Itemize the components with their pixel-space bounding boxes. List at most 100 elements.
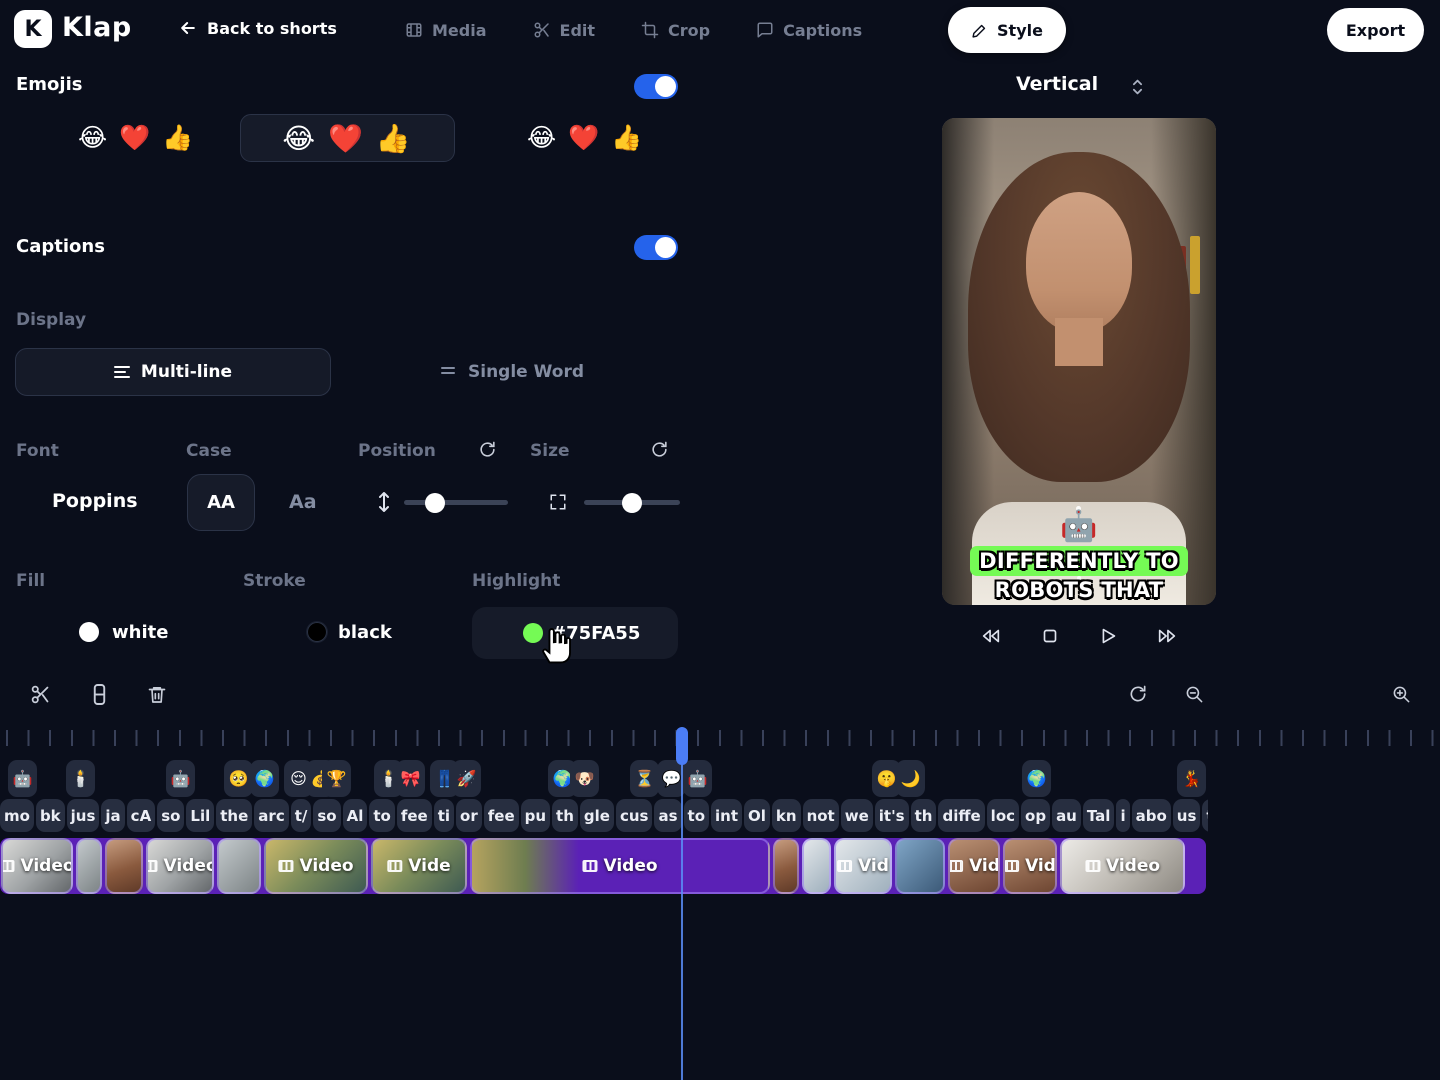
zoom-in-icon[interactable]	[1392, 685, 1411, 704]
case-uppercase-button[interactable]: AA	[187, 474, 255, 531]
export-button[interactable]: Export	[1327, 8, 1424, 52]
emoji-marker[interactable]: 🤖	[166, 760, 195, 797]
emoji-marker[interactable]: 🕯️	[66, 760, 95, 797]
video-clip[interactable]: Vid	[834, 838, 892, 894]
playhead-handle[interactable]	[676, 727, 688, 765]
video-clip[interactable]: Video	[146, 838, 214, 894]
video-clip[interactable]	[773, 838, 799, 894]
video-clip[interactable]	[802, 838, 831, 894]
word-chip[interactable]: abo	[1132, 799, 1171, 832]
word-chip[interactable]: to	[684, 799, 709, 832]
word-chip[interactable]: so	[157, 799, 184, 832]
emojis-toggle[interactable]	[634, 74, 678, 99]
word-chip[interactable]: so	[313, 799, 340, 832]
word-chip[interactable]: int	[711, 799, 742, 832]
tab-edit[interactable]: Edit	[533, 21, 596, 40]
refresh-icon[interactable]	[1128, 684, 1148, 704]
fill-value[interactable]: white	[112, 622, 168, 643]
emoji-marker[interactable]: 🤖	[8, 760, 37, 797]
emoji-marker[interactable]: 🐶	[570, 760, 599, 797]
size-reset-icon[interactable]	[650, 440, 669, 459]
word-chip[interactable]: t/	[291, 799, 312, 832]
word-chip[interactable]: to	[369, 799, 394, 832]
emoji-marker[interactable]: 🌙	[896, 760, 925, 797]
stroke-swatch[interactable]	[307, 622, 327, 642]
tab-captions[interactable]: Captions	[756, 21, 862, 40]
word-chip[interactable]: Ol	[744, 799, 770, 832]
word-chip[interactable]: Lil	[186, 799, 214, 832]
timeline-ruler[interactable]	[6, 730, 1436, 746]
word-chip[interactable]: the	[216, 799, 252, 832]
word-chip[interactable]: diffe	[938, 799, 984, 832]
word-chip[interactable]: we	[841, 799, 873, 832]
word-chip[interactable]: Tal	[1083, 799, 1115, 832]
word-chip[interactable]: au	[1052, 799, 1081, 832]
emoji-set-option-2-selected[interactable]: 😂 ❤️ 👍	[240, 114, 455, 162]
klap-logo-icon[interactable]: K	[14, 10, 52, 48]
word-chip[interactable]: cA	[127, 799, 156, 832]
tab-crop[interactable]: Crop	[641, 21, 710, 40]
case-mixed-button[interactable]: Aa	[289, 491, 317, 513]
position-slider-thumb[interactable]	[425, 493, 445, 513]
emoji-marker[interactable]: 🚀	[452, 760, 481, 797]
captions-toggle[interactable]	[634, 235, 678, 260]
video-preview[interactable]: 🤖 DIFFERENTLY TO ROBOTS THAT	[942, 118, 1216, 605]
word-chip[interactable]: not	[803, 799, 839, 832]
video-clip[interactable]: Vid	[1003, 838, 1057, 894]
word-chip[interactable]: op	[1021, 799, 1050, 832]
font-value[interactable]: Poppins	[52, 490, 138, 512]
video-clip[interactable]: Vide	[371, 838, 467, 894]
back-to-shorts-button[interactable]: Back to shorts	[178, 18, 337, 38]
word-chip[interactable]: ti	[434, 799, 454, 832]
word-chip[interactable]: loc	[987, 799, 1019, 832]
display-singleword-button[interactable]: Single Word	[430, 348, 595, 396]
word-chip[interactable]: it's	[875, 799, 909, 832]
emoji-marker[interactable]: 🌍	[250, 760, 279, 797]
cut-icon[interactable]	[30, 684, 51, 705]
word-chip[interactable]: us	[1173, 799, 1201, 832]
stroke-value[interactable]: black	[338, 622, 392, 643]
word-chip[interactable]: gle	[580, 799, 614, 832]
video-clip[interactable]: Video	[470, 838, 770, 894]
tab-media[interactable]: Media	[405, 21, 487, 40]
emoji-marker[interactable]: 🥺	[224, 760, 253, 797]
word-chip[interactable]: bk	[36, 799, 65, 832]
word-chip[interactable]: th	[552, 799, 578, 832]
emoji-marker[interactable]: ⏳	[630, 760, 659, 797]
video-clip[interactable]: Video	[1, 838, 73, 894]
word-chip[interactable]: or	[456, 799, 482, 832]
emoji-marker[interactable]: 🎀	[396, 760, 425, 797]
play-icon[interactable]	[1097, 625, 1119, 647]
caption-overlay[interactable]: 🤖 DIFFERENTLY TO ROBOTS THAT	[942, 510, 1216, 602]
orientation-select[interactable]: Vertical	[1016, 73, 1098, 95]
video-clip[interactable]	[217, 838, 261, 894]
video-clip[interactable]: Video	[1060, 838, 1185, 894]
word-chip[interactable]: cus	[616, 799, 653, 832]
emoji-marker[interactable]: 🌍	[1022, 760, 1051, 797]
word-chip[interactable]: thir	[1202, 799, 1208, 832]
video-clip[interactable]	[76, 838, 102, 894]
word-chip[interactable]: arc	[254, 799, 288, 832]
word-chip[interactable]: fee	[484, 799, 519, 832]
word-chip[interactable]: i	[1116, 799, 1129, 832]
emoji-set-option-3[interactable]: 😂 ❤️ 👍	[527, 123, 644, 153]
size-slider[interactable]	[584, 500, 680, 505]
display-multiline-button[interactable]: Multi-line	[15, 348, 331, 396]
word-chip[interactable]: kn	[772, 799, 801, 832]
chevron-updown-icon[interactable]	[1130, 77, 1145, 97]
word-chip[interactable]: jus	[67, 799, 100, 832]
stop-icon[interactable]	[1039, 625, 1061, 647]
word-chip[interactable]: as	[654, 799, 681, 832]
word-chip[interactable]: mo	[0, 799, 34, 832]
word-chip[interactable]: ja	[101, 799, 124, 832]
fill-swatch[interactable]	[79, 622, 99, 642]
size-slider-thumb[interactable]	[622, 493, 642, 513]
video-clip[interactable]: Video	[264, 838, 368, 894]
trash-icon[interactable]	[147, 684, 167, 705]
fast-forward-icon[interactable]	[1155, 625, 1179, 647]
video-clip[interactable]	[895, 838, 945, 894]
video-clip[interactable]	[105, 838, 143, 894]
video-clip[interactable]: Vid	[948, 838, 1000, 894]
tab-style-active[interactable]: Style	[948, 7, 1066, 53]
zoom-out-icon[interactable]	[1185, 685, 1204, 704]
